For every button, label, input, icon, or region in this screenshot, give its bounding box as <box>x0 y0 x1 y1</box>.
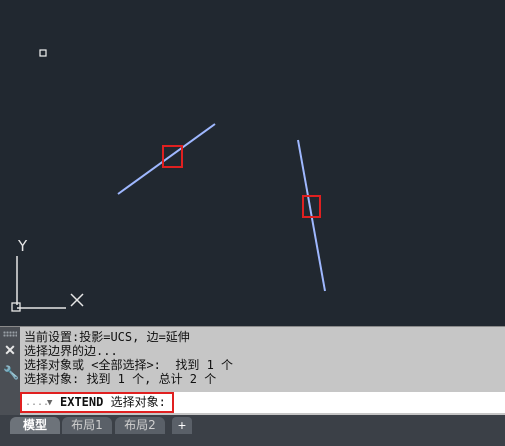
ucs-origin-box <box>11 302 21 312</box>
history-line: 选择对象: 找到 1 个, 总计 2 个 <box>24 372 217 386</box>
tab-model[interactable]: 模型 <box>10 417 60 434</box>
boundary-line-left[interactable] <box>117 123 216 195</box>
history-line: 选择边界的边... <box>24 344 118 358</box>
layout-tab-bar: 模型 布局1 布局2 + <box>0 415 505 446</box>
recent-commands-button[interactable]: .... ▼ <box>25 396 61 410</box>
history-line: 当前设置:投影=UCS, 边=延伸 <box>24 330 190 344</box>
recent-commands-label[interactable]: .... <box>25 397 49 408</box>
command-input[interactable]: .... ▼ EXTEND 选择对象: <box>20 392 174 413</box>
wrench-icon[interactable]: 🔧 <box>3 365 19 381</box>
grip-dots[interactable] <box>3 331 17 337</box>
command-line-panel: ✕ 🔧 当前设置:投影=UCS, 边=延伸 选择边界的边... 选择对象或 <全… <box>0 326 505 416</box>
drawing-viewport[interactable]: Y X <box>0 0 505 326</box>
close-icon[interactable]: ✕ <box>3 343 17 357</box>
command-name: EXTEND <box>60 395 104 409</box>
history-line: 选择对象或 <全部选择>: 找到 1 个 <box>24 358 234 372</box>
command-prompt-text: 选择对象: <box>110 395 166 409</box>
ucs-icon <box>11 256 84 312</box>
chevron-down-icon[interactable]: ▼ <box>47 396 52 410</box>
command-history: 当前设置:投影=UCS, 边=延伸 选择边界的边... 选择对象或 <全部选择>… <box>24 330 502 386</box>
ucs-y-label: Y <box>18 237 28 255</box>
pickbox-cursor <box>39 49 47 57</box>
add-layout-button[interactable]: + <box>172 417 192 434</box>
command-prompt: EXTEND 选择对象: <box>60 395 166 410</box>
tab-layout1[interactable]: 布局1 <box>62 417 112 434</box>
drawing-canvas[interactable] <box>0 0 505 326</box>
tab-layout2[interactable]: 布局2 <box>115 417 165 434</box>
command-input-field[interactable] <box>174 392 505 413</box>
command-line-grip[interactable]: ✕ 🔧 <box>0 327 20 416</box>
